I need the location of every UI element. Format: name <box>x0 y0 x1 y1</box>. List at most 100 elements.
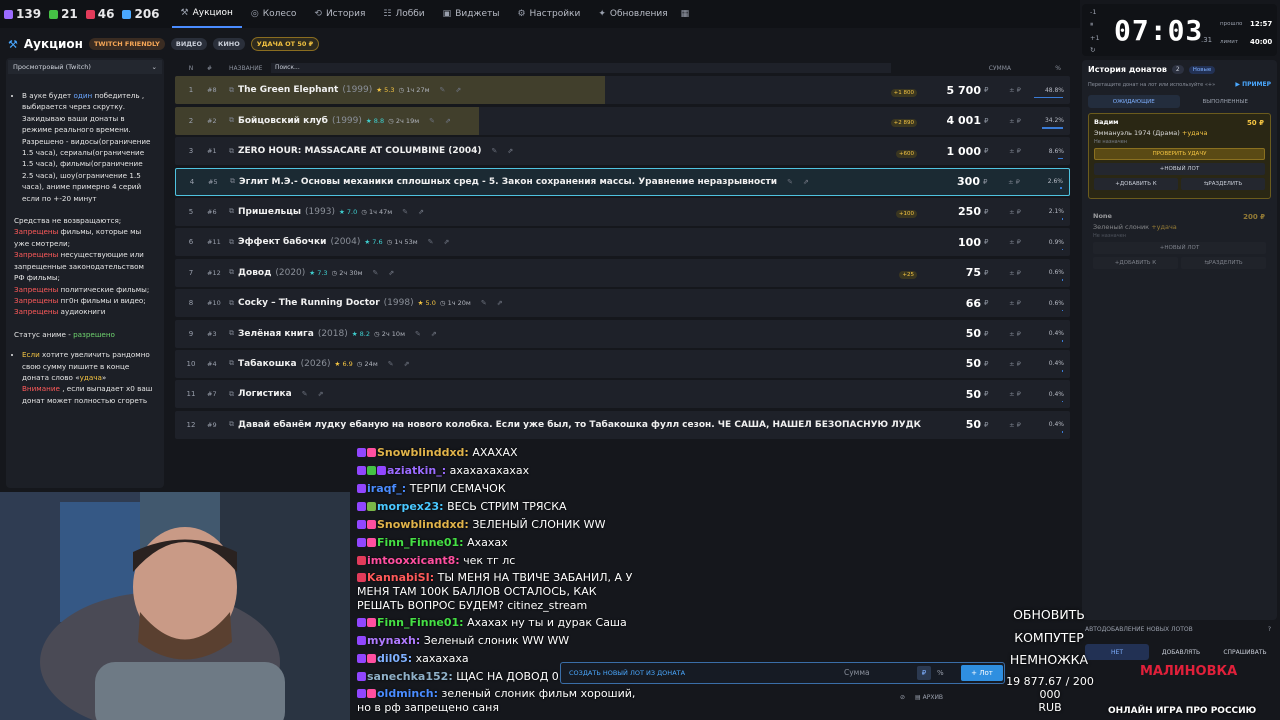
chip-kino[interactable]: КИНО <box>213 38 245 50</box>
tab-4[interactable]: ☷ Лобби <box>374 0 433 28</box>
add-sum-input[interactable]: ± ₽ <box>995 117 1035 125</box>
donation-card[interactable]: None 200 ₽ Зеленый слоник +удача Не назн… <box>1088 208 1271 278</box>
edit-icon[interactable]: ✎ <box>429 117 435 125</box>
table-row[interactable]: 1 #8 ⧉ The Green Elephant (1999) ★ 5.3 ◷ 1ч 27… <box>175 76 1070 105</box>
tab-6[interactable]: ⚙ Настройки <box>508 0 589 28</box>
check-luck-button[interactable]: ПРОВЕРИТЬ УДАЧУ <box>1094 148 1265 160</box>
add-sum-input[interactable]: ± ₽ <box>994 178 1034 186</box>
add-sum-input[interactable]: ± ₽ <box>995 147 1035 155</box>
example-button[interactable]: ▶ ПРИМЕР <box>1235 81 1271 88</box>
add-sum-input[interactable]: ± ₽ <box>995 269 1035 277</box>
add-sum-input[interactable]: ± ₽ <box>995 299 1035 307</box>
tab-2[interactable]: ◎ Колесо <box>242 0 306 28</box>
link-icon[interactable]: ⇗ <box>388 269 394 277</box>
add-sum-input[interactable]: ± ₽ <box>995 360 1035 368</box>
category-select[interactable]: Просмотровый (Twitch) ⌄ <box>8 60 162 74</box>
tab-done[interactable]: ВЫПОЛНЕННЫЕ <box>1180 95 1272 108</box>
copy-icon[interactable]: ⧉ <box>229 207 234 216</box>
link-icon[interactable]: ⇗ <box>431 330 437 338</box>
copy-icon[interactable]: ⧉ <box>229 299 234 308</box>
chip-twitch-friendly[interactable]: TWITCH FRIENDLY <box>88 38 165 50</box>
copy-icon[interactable]: ⧉ <box>229 268 234 277</box>
add-sum-input[interactable]: ± ₽ <box>995 238 1035 246</box>
timer-plus-button[interactable]: +1 <box>1090 34 1100 42</box>
new-lot-button[interactable]: + НОВЫЙ ЛОТ <box>1093 242 1266 254</box>
copy-icon[interactable]: ⧉ <box>229 329 234 338</box>
col-pct[interactable]: % <box>1011 65 1070 72</box>
chip-luck-min[interactable]: УДАЧА ОТ 50 ₽ <box>250 37 320 51</box>
tab-5[interactable]: ▣ Виджеты <box>434 0 509 28</box>
copy-icon[interactable]: ⧉ <box>229 116 234 125</box>
link-icon[interactable]: ⇗ <box>497 299 503 307</box>
reset-icon[interactable]: ↻ <box>1090 46 1095 54</box>
add-lot-button[interactable]: + Лот <box>961 665 1003 681</box>
tab-7[interactable]: ✦ Обновления <box>589 0 676 28</box>
split-button[interactable]: ⇆ РАЗДЕЛИТЬ <box>1181 257 1266 269</box>
copy-icon[interactable]: ⧉ <box>229 390 234 399</box>
table-row[interactable]: 5 #6 ⧉ Пришельцы (1993) ★ 7.0 ◷ 1ч 47м ✎ ⇗ +100 25… <box>175 197 1070 226</box>
edit-icon[interactable]: ✎ <box>439 86 445 94</box>
add-sum-input[interactable]: ± ₽ <box>995 421 1035 429</box>
add-sum-input[interactable]: ± ₽ <box>995 208 1035 216</box>
donation-card[interactable]: Вадим 50 ₽ Эммануэль 1974 (Драма) +удача… <box>1088 113 1271 199</box>
link-icon[interactable]: ⇗ <box>455 86 461 94</box>
add-sum-input[interactable]: ± ₽ <box>995 86 1035 94</box>
percent-toggle[interactable]: % <box>937 666 944 680</box>
edit-icon[interactable]: ✎ <box>787 178 793 186</box>
sort-new-button[interactable]: Новые <box>1188 65 1216 74</box>
tab-3[interactable]: ⟲ История <box>305 0 374 28</box>
link-icon[interactable]: ⇗ <box>418 208 424 216</box>
grid-icon[interactable]: ▦ <box>681 9 690 19</box>
copy-icon[interactable]: ⧉ <box>229 147 234 156</box>
help-icon[interactable]: ? <box>1268 626 1271 633</box>
auto-add-ask[interactable]: СПРАШИВАТЬ <box>1213 644 1277 660</box>
add-to-button[interactable]: + ДОБАВИТЬ К <box>1094 178 1178 190</box>
timer-minus-button[interactable]: -1 <box>1090 8 1096 16</box>
edit-icon[interactable]: ✎ <box>402 208 408 216</box>
edit-icon[interactable]: ✎ <box>302 390 308 398</box>
edit-icon[interactable]: ✎ <box>415 330 421 338</box>
table-row[interactable]: 10 #4 ⧉ Табакошка (2026) ★ 6.9 ◷ 24м ✎ ⇗ 50 ₽ ± ₽ 0.… <box>175 349 1070 378</box>
link-icon[interactable]: ⇗ <box>318 390 324 398</box>
col-name[interactable]: НАЗВАНИЕ <box>229 65 271 72</box>
edit-icon[interactable]: ✎ <box>373 269 379 277</box>
col-sum[interactable]: СУММА <box>891 65 1011 72</box>
link-icon[interactable]: ⇗ <box>445 117 451 125</box>
table-row[interactable]: 11 #7 ⧉ Логистика ✎ ⇗ 50 ₽ ± ₽ 0.4% <box>175 380 1070 409</box>
link-icon[interactable]: ⇗ <box>443 238 449 246</box>
auto-add-add[interactable]: ДОБАВЛЯТЬ <box>1149 644 1213 660</box>
search-input[interactable]: Поиск... <box>271 63 891 73</box>
sum-input[interactable]: Сумма <box>839 666 911 680</box>
copy-icon[interactable]: ⧉ <box>229 359 234 368</box>
link-icon[interactable]: ⇗ <box>404 360 410 368</box>
tab-pending[interactable]: ОЖИДАЮЩИЕ <box>1088 95 1180 108</box>
table-row[interactable]: 2 #2 ⧉ Бойцовский клуб (1999) ★ 8.8 ◷ 2ч 19м ✎ ⇗… <box>175 106 1070 135</box>
copy-icon[interactable]: ⧉ <box>229 420 234 429</box>
pause-icon[interactable]: ⏸ <box>1090 20 1093 29</box>
copy-icon[interactable]: ⧉ <box>230 177 235 186</box>
edit-icon[interactable]: ✎ <box>388 360 394 368</box>
copy-icon[interactable]: ⧉ <box>229 86 234 95</box>
split-button[interactable]: ⇆ РАЗДЕЛИТЬ <box>1181 178 1265 190</box>
add-sum-input[interactable]: ± ₽ <box>995 330 1035 338</box>
archive-button[interactable]: ▤ АРХИВ <box>915 694 943 701</box>
table-row[interactable]: 7 #12 ⧉ Довод (2020) ★ 7.3 ◷ 2ч 30м ✎ ⇗ +25 75 ₽ ± ₽… <box>175 258 1070 287</box>
copy-icon[interactable]: ⧉ <box>229 238 234 247</box>
table-row[interactable]: 4 #5 ⧉ Эглит М.Э.- Основы механики сплошных… <box>175 167 1070 196</box>
currency-toggle[interactable]: ₽ <box>917 666 931 680</box>
tab-1[interactable]: ⚒ Аукцион <box>171 0 242 28</box>
edit-icon[interactable]: ✎ <box>481 299 487 307</box>
edit-icon[interactable]: ✎ <box>492 147 498 155</box>
add-sum-input[interactable]: ± ₽ <box>995 390 1035 398</box>
link-icon[interactable]: ⇗ <box>803 178 809 186</box>
table-row[interactable]: 6 #11 ⧉ Эффект бабочки (2004) ★ 7.6 ◷ 1ч 53м ✎ ⇗… <box>175 228 1070 257</box>
new-lot-button[interactable]: + НОВЫЙ ЛОТ <box>1094 163 1265 175</box>
table-row[interactable]: 8 #10 ⧉ Cocky – The Running Doctor (1998) ★ 5… <box>175 289 1070 318</box>
table-row[interactable]: 9 #3 ⧉ Зелёная книга (2018) ★ 8.2 ◷ 2ч 10м ✎ ⇗ 50… <box>175 319 1070 348</box>
edit-icon[interactable]: ✎ <box>428 238 434 246</box>
link-icon[interactable]: ⇗ <box>507 147 513 155</box>
chip-video[interactable]: ВИДЕО <box>170 38 208 50</box>
add-to-button[interactable]: + ДОБАВИТЬ К <box>1093 257 1178 269</box>
table-row[interactable]: 12 #9 ⧉ Давай ебанём лудку ебаную на нового… <box>175 410 1070 439</box>
eye-off-icon[interactable]: ⊘ <box>900 694 905 701</box>
